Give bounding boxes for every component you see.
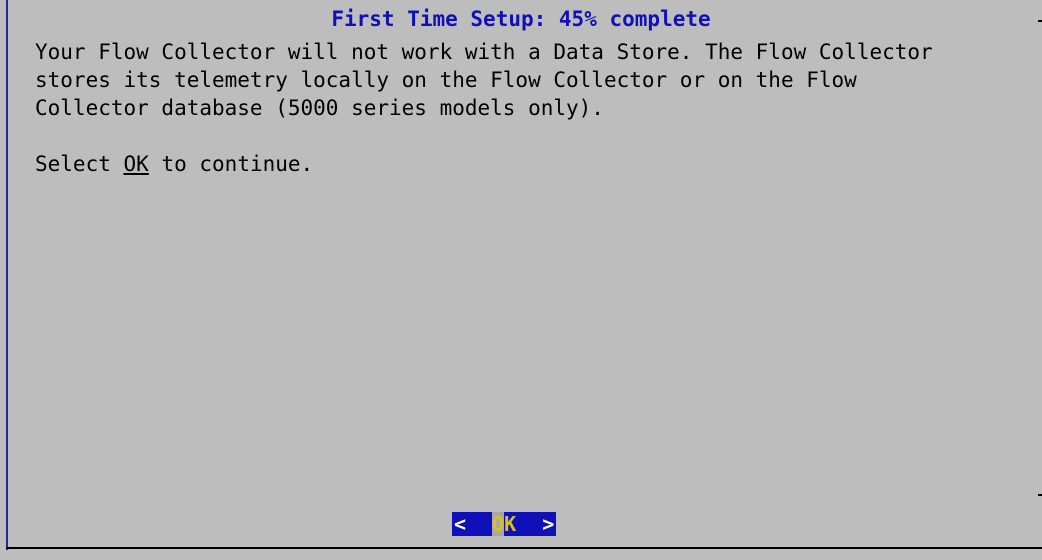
dialog-left-border bbox=[6, 0, 8, 550]
ok-button-cursor: O bbox=[492, 512, 505, 536]
ok-button-left-bracket: < bbox=[454, 512, 467, 536]
ok-button-right-bracket: > bbox=[542, 512, 555, 536]
dialog-right-tick-bottom bbox=[1038, 494, 1042, 496]
message-line-2: stores its telemetry locally on the Flow… bbox=[35, 68, 857, 92]
ok-button-label: K bbox=[504, 512, 517, 536]
prompt-ok-word: OK bbox=[123, 152, 149, 176]
prompt-suffix: to continue. bbox=[148, 152, 314, 176]
dialog-bottom-border bbox=[6, 547, 1042, 549]
dialog-message: Your Flow Collector will not work with a… bbox=[35, 38, 1035, 122]
message-line-1: Your Flow Collector will not work with a… bbox=[35, 40, 933, 64]
setup-dialog: First Time Setup: 45% complete Your Flow… bbox=[0, 0, 1042, 560]
message-line-3: Collector database (5000 series models o… bbox=[35, 96, 604, 120]
dialog-title: First Time Setup: 45% complete bbox=[331, 7, 711, 31]
prompt-prefix: Select bbox=[35, 152, 124, 176]
ok-button[interactable]: < OK > bbox=[452, 512, 557, 536]
continue-prompt: Select OK to continue. bbox=[35, 150, 313, 178]
